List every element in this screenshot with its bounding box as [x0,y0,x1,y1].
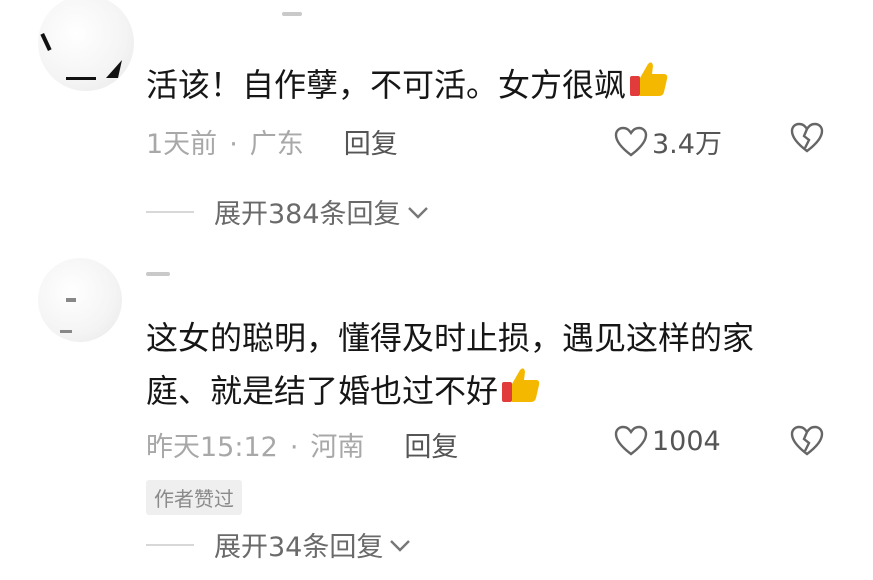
heart-icon [614,425,648,456]
reply-button[interactable]: 回复 [404,432,458,463]
comment-text: 这女的聪明，懂得及时止损，遇见这样的家庭、就是结了婚也过不好 [146,312,806,421]
comment-meta: 昨天15:12 · 河南 回复 [146,425,458,464]
expand-replies-label: 展开34条回复 [214,532,384,563]
comment-body: 这女的聪明，懂得及时止损，遇见这样的家庭、就是结了婚也过不好 [146,319,755,410]
username-blur[interactable] [146,272,170,276]
expand-replies-button[interactable]: 展开34条回复 [146,525,413,564]
dislike-broken-heart-icon[interactable] [790,122,824,154]
dislike-broken-heart-icon[interactable] [790,425,824,457]
like-button[interactable]: 3.4万 [614,122,722,161]
thumbs-up-icon [500,364,542,421]
divider-line [146,543,194,546]
comment-location: 广东 [249,129,304,160]
heart-icon [614,126,648,157]
like-button[interactable]: 1004 [614,425,721,457]
username-blur[interactable] [282,12,302,16]
avatar-badge-icon [106,60,122,78]
avatar-mark [66,77,96,80]
comment-location: 河南 [310,432,365,463]
comment-time: 昨天15:12 [146,432,278,463]
like-count: 3.4万 [652,129,722,160]
meta-separator: · [229,129,238,160]
divider-line [146,210,194,213]
avatar-mark [66,298,76,302]
expand-replies-label: 展开384条回复 [214,199,401,230]
author-liked-badge: 作者赞过 [146,480,242,515]
like-count: 1004 [652,425,721,457]
comment-text: 活该！自作孽，不可活。女方很飒 [146,58,846,115]
avatar-mark [40,32,52,52]
chevron-down-icon [390,539,411,552]
comment-time: 1天前 [146,129,218,160]
avatar[interactable] [38,258,122,342]
meta-separator: · [289,432,299,463]
chevron-down-icon [407,206,428,219]
comment-body: 活该！自作孽，不可活。女方很飒 [146,66,627,104]
expand-replies-button[interactable]: 展开384条回复 [146,192,431,231]
reply-button[interactable]: 回复 [344,129,398,160]
comment-meta: 1天前 · 广东 回复 [146,122,398,161]
avatar-mark [60,330,72,333]
thumbs-up-icon [628,58,670,115]
